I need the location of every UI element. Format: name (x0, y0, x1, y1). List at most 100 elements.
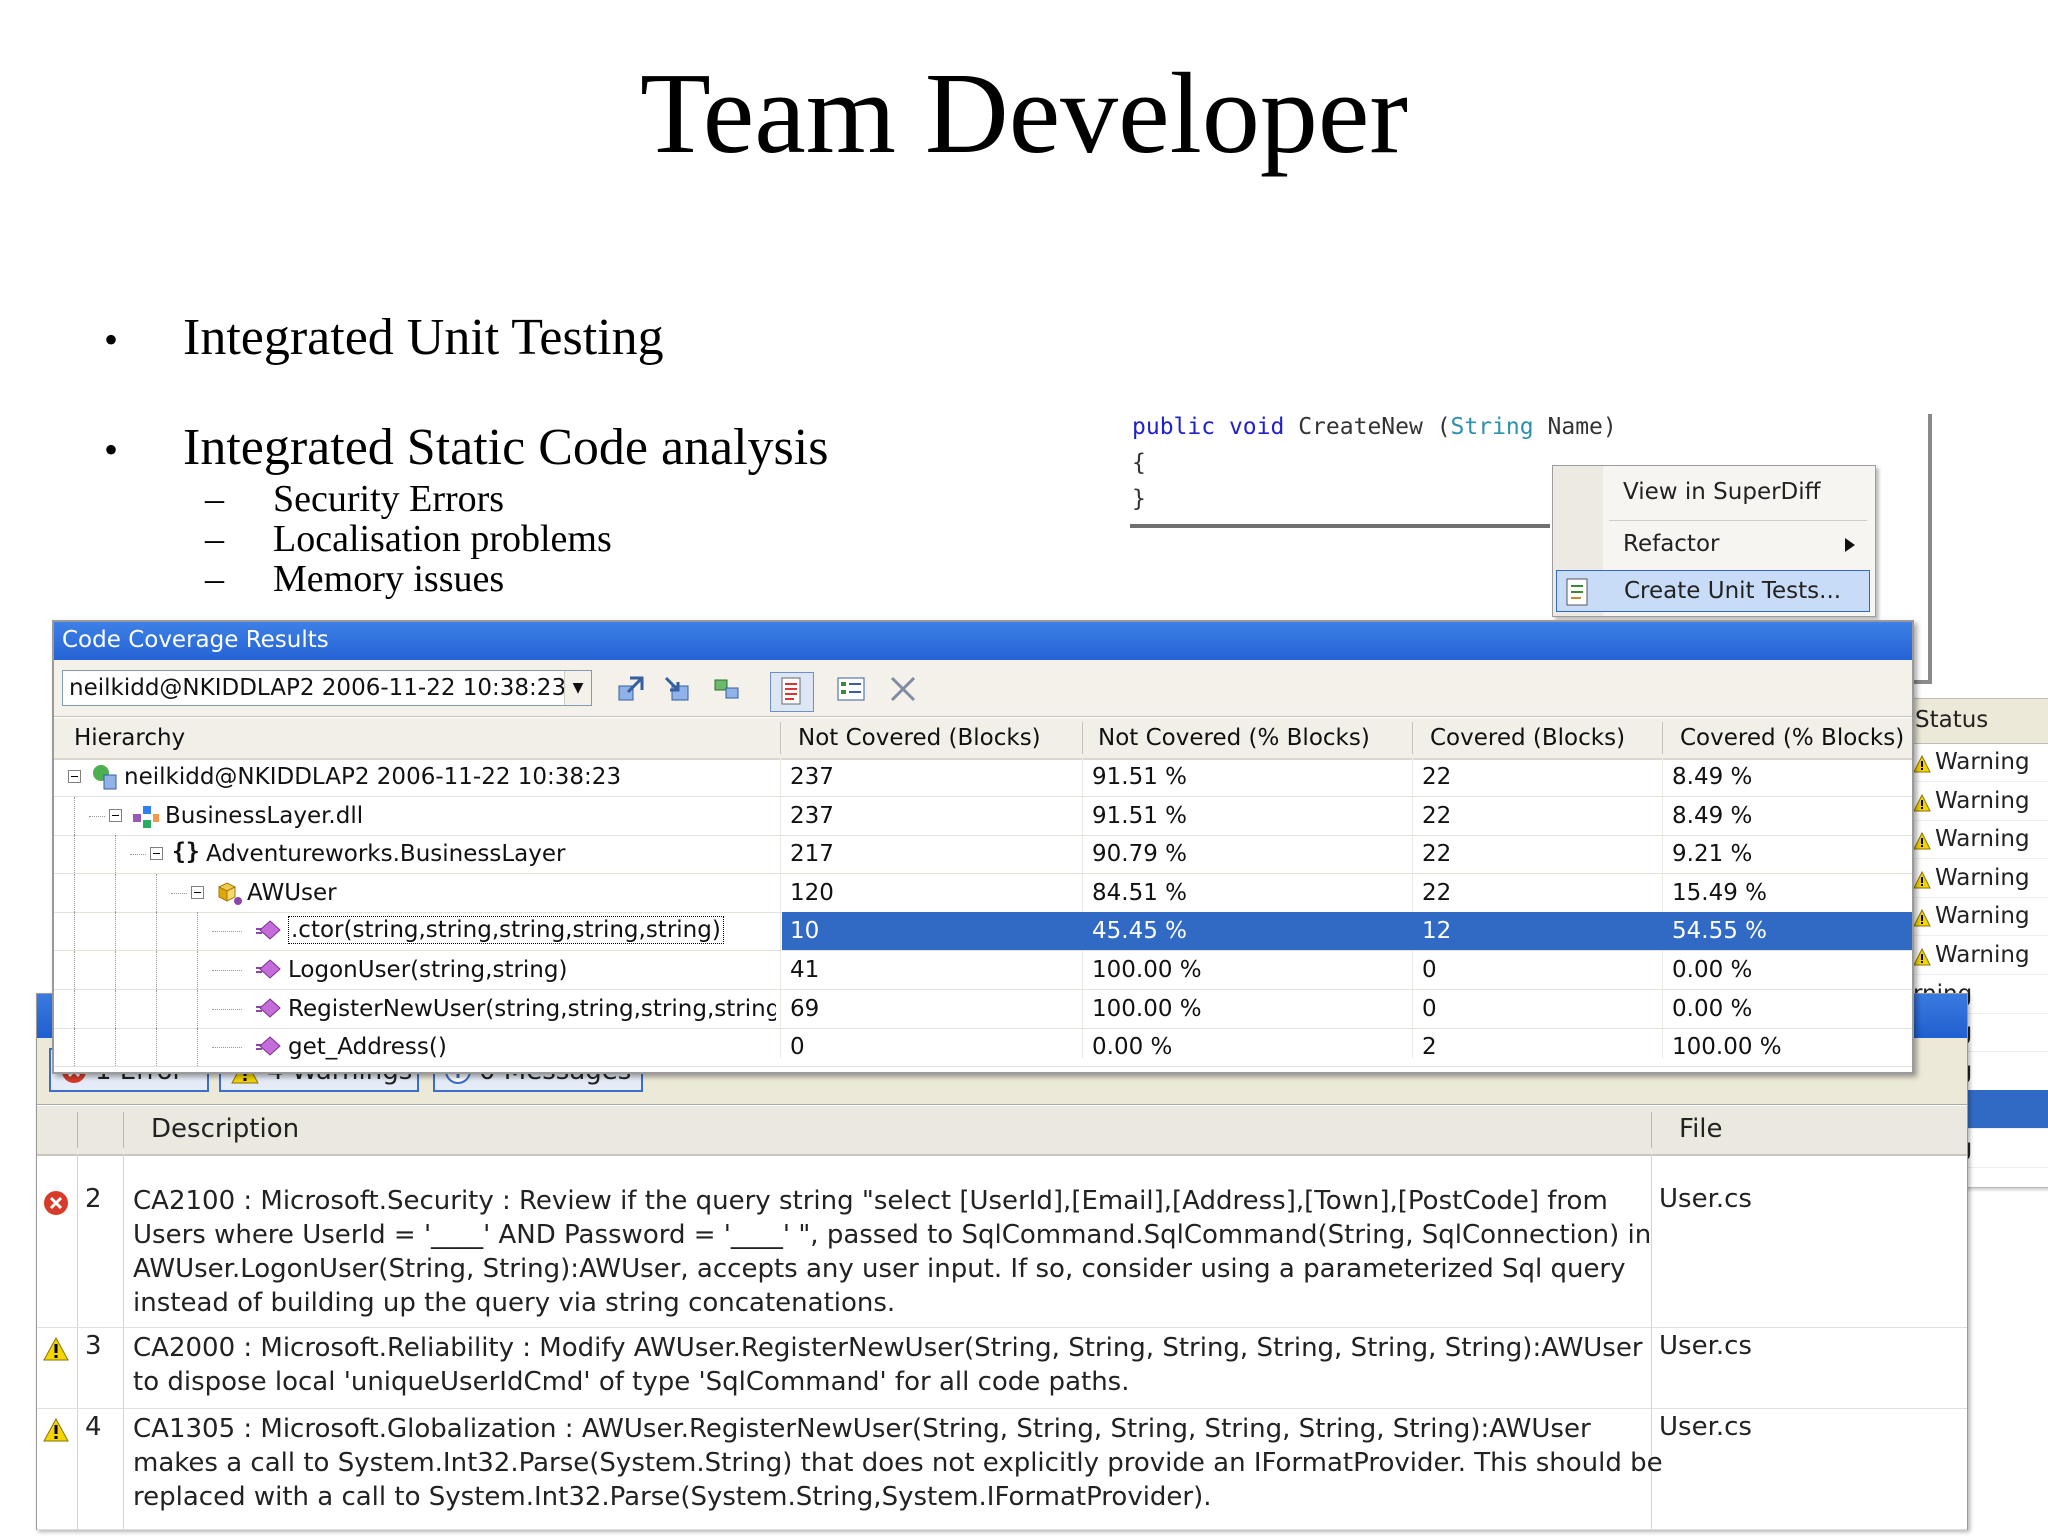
status-text: Warning (1935, 787, 2030, 814)
import-results-icon[interactable] (616, 674, 646, 704)
coverage-row[interactable]: AWUser 120 84.51 % 22 15.49 % (54, 873, 1912, 913)
menu-separator (1609, 520, 1867, 521)
hierarchy-node-name: LogonUser(string,string) (288, 957, 568, 983)
code-coloring-icon (781, 677, 801, 705)
tree-connector (115, 912, 116, 951)
column-header-covered-pct[interactable]: Covered (% Blocks) (1680, 725, 1904, 751)
collapse-toggle-icon[interactable] (150, 847, 163, 861)
hierarchy-node-name: RegisterNewUser(string,string,string,str… (288, 995, 776, 1022)
coverage-cell-cvp: 9.21 % (1672, 841, 1753, 868)
error-list-header: Description File (37, 1106, 1967, 1156)
method-name: CreateNew (1298, 414, 1423, 440)
coverage-cell-ncp: 0.00 % (1092, 1034, 1173, 1061)
column-divider (123, 1112, 124, 1148)
error-description: CA2100 : Microsoft.Security : Review if … (133, 1186, 1652, 1318)
coverage-cell-ncp: 100.00 % (1092, 957, 1202, 983)
menu-item-refactor[interactable]: Refactor (1553, 522, 1873, 568)
column-header-covered-blocks[interactable]: Covered (Blocks) (1430, 725, 1625, 751)
status-row[interactable]: Warning (1907, 782, 2048, 821)
coverage-row[interactable]: get_Address() 0 0.00 % 2 100.00 % (54, 1028, 1912, 1068)
tree-connector (156, 1028, 157, 1067)
coverage-cell-nc: 0 (790, 1034, 805, 1061)
warning-icon (1913, 830, 1931, 856)
column-divider (780, 722, 781, 754)
submenu-arrow-icon (1845, 538, 1855, 552)
status-row[interactable]: Warning (1907, 897, 2048, 937)
error-file: User.cs (1659, 1331, 1752, 1361)
keyword-public: public (1132, 414, 1216, 440)
warning-icon (1913, 753, 1931, 779)
coverage-row[interactable]: .ctor(string,string,string,string,string… (54, 912, 1912, 952)
column-header-description[interactable]: Description (151, 1114, 299, 1144)
status-row[interactable]: Warning (1907, 820, 2048, 860)
method-icon (256, 1033, 284, 1065)
error-list-row[interactable]: 2 CA2100 : Microsoft.Security : Review if… (37, 1180, 1967, 1328)
column-header-file[interactable]: File (1679, 1114, 1723, 1144)
coverage-cell-ncp: 91.51 % (1092, 764, 1188, 790)
warning-icon (43, 1336, 69, 1368)
collapse-toggle-icon[interactable] (191, 885, 204, 899)
column-divider (1662, 722, 1663, 754)
dropdown-arrow-icon[interactable]: ▼ (564, 671, 591, 705)
collapse-toggle-icon[interactable] (68, 770, 81, 783)
collapse-toggle-icon[interactable] (109, 808, 122, 822)
menu-item-view-superdiff[interactable]: View in SuperDiff (1553, 470, 1873, 516)
menu-item-label: Refactor (1623, 531, 1720, 557)
column-header-not-covered-pct[interactable]: Not Covered (% Blocks) (1098, 725, 1370, 751)
column-header-not-covered-blocks[interactable]: Not Covered (Blocks) (798, 725, 1041, 751)
tree-connector (197, 989, 198, 1028)
coverage-table-header: Hierarchy Not Covered (Blocks) Not Cover… (54, 718, 1912, 760)
status-row[interactable]: Warning (1907, 859, 2048, 898)
column-header-hierarchy[interactable]: Hierarchy (74, 725, 185, 751)
tree-connector (212, 931, 242, 933)
add-remove-columns-icon[interactable] (836, 674, 866, 704)
status-row[interactable]: Warning (1907, 743, 2048, 782)
warning-icon (1913, 946, 1931, 972)
status-row[interactable]: Warning (1907, 936, 2048, 975)
coverage-run-value: neilkidd@NKIDDLAP2 2006-11-22 10:38:23 (69, 675, 567, 701)
coverage-row[interactable]: BusinessLayer.dll 237 91.51 % 22 8.49 % (54, 796, 1912, 836)
coverage-cell-cv: 22 (1422, 764, 1452, 790)
tree-connector (156, 873, 157, 912)
hierarchy-node-name: BusinessLayer.dll (165, 802, 364, 829)
menu-item-label: View in SuperDiff (1623, 479, 1821, 505)
status-text: Warning (1935, 749, 2030, 775)
coverage-row[interactable]: {} Adventureworks.BusinessLayer 217 90.79 %… (54, 835, 1912, 875)
coverage-row[interactable]: RegisterNewUser(string,string,string,str… (54, 989, 1912, 1029)
coverage-cell-ncp: 91.51 % (1092, 802, 1188, 829)
export-results-icon[interactable] (662, 674, 692, 704)
coverage-row[interactable]: LogonUser(string,string) 41 100.00 % 0 0.00 … (54, 951, 1912, 990)
tree-connector (74, 912, 75, 951)
keyword-void: void (1228, 414, 1285, 440)
coverage-cell-ncp: 45.45 % (1092, 918, 1188, 945)
error-number: 3 (85, 1331, 102, 1361)
coverage-cell-cvp: 100.00 % (1672, 1034, 1782, 1061)
tree-connector (115, 951, 116, 989)
remove-results-icon[interactable] (888, 674, 918, 704)
hierarchy-node-name: get_Address() (288, 1034, 447, 1061)
coverage-cell-ncp: 90.79 % (1092, 841, 1188, 868)
status-header[interactable]: Status (1907, 699, 2048, 744)
tree-connector (156, 912, 157, 951)
coverage-cell-nc: 41 (790, 957, 820, 983)
sub-bullet-memory: – Memory issues (205, 557, 504, 601)
coverage-cell-cvp: 54.55 % (1672, 918, 1768, 945)
error-number: 2 (85, 1184, 102, 1214)
code-snippet: public void CreateNew (String Name) { } (1130, 414, 1617, 528)
tree-connector (115, 873, 116, 912)
coverage-run-select[interactable]: neilkidd@NKIDDLAP2 2006-11-22 10:38:23 ▼ (62, 670, 592, 706)
tree-connector (212, 970, 242, 971)
merge-results-icon[interactable] (712, 674, 742, 704)
warning-icon (1913, 907, 1931, 933)
error-list-row[interactable]: 3 CA2000 : Microsoft.Reliability : Modify… (37, 1327, 1967, 1409)
tree-connector (74, 873, 75, 912)
warning-icon (43, 1417, 69, 1449)
tree-connector (115, 1028, 116, 1067)
sub-bullet-text: Localisation problems (273, 518, 612, 560)
coverage-row[interactable]: neilkidd@NKIDDLAP2 2006-11-22 10:38:23 23… (54, 758, 1912, 797)
error-list-row[interactable]: 4 CA1305 : Microsoft.Globalization : AWUs… (37, 1408, 1967, 1530)
show-code-coloring-toggle[interactable] (770, 672, 814, 712)
hierarchy-node-name: neilkidd@NKIDDLAP2 2006-11-22 10:38:23 (124, 764, 622, 790)
column-divider (1082, 722, 1083, 754)
menu-item-create-unit-tests[interactable]: Create Unit Tests... (1556, 570, 1870, 612)
